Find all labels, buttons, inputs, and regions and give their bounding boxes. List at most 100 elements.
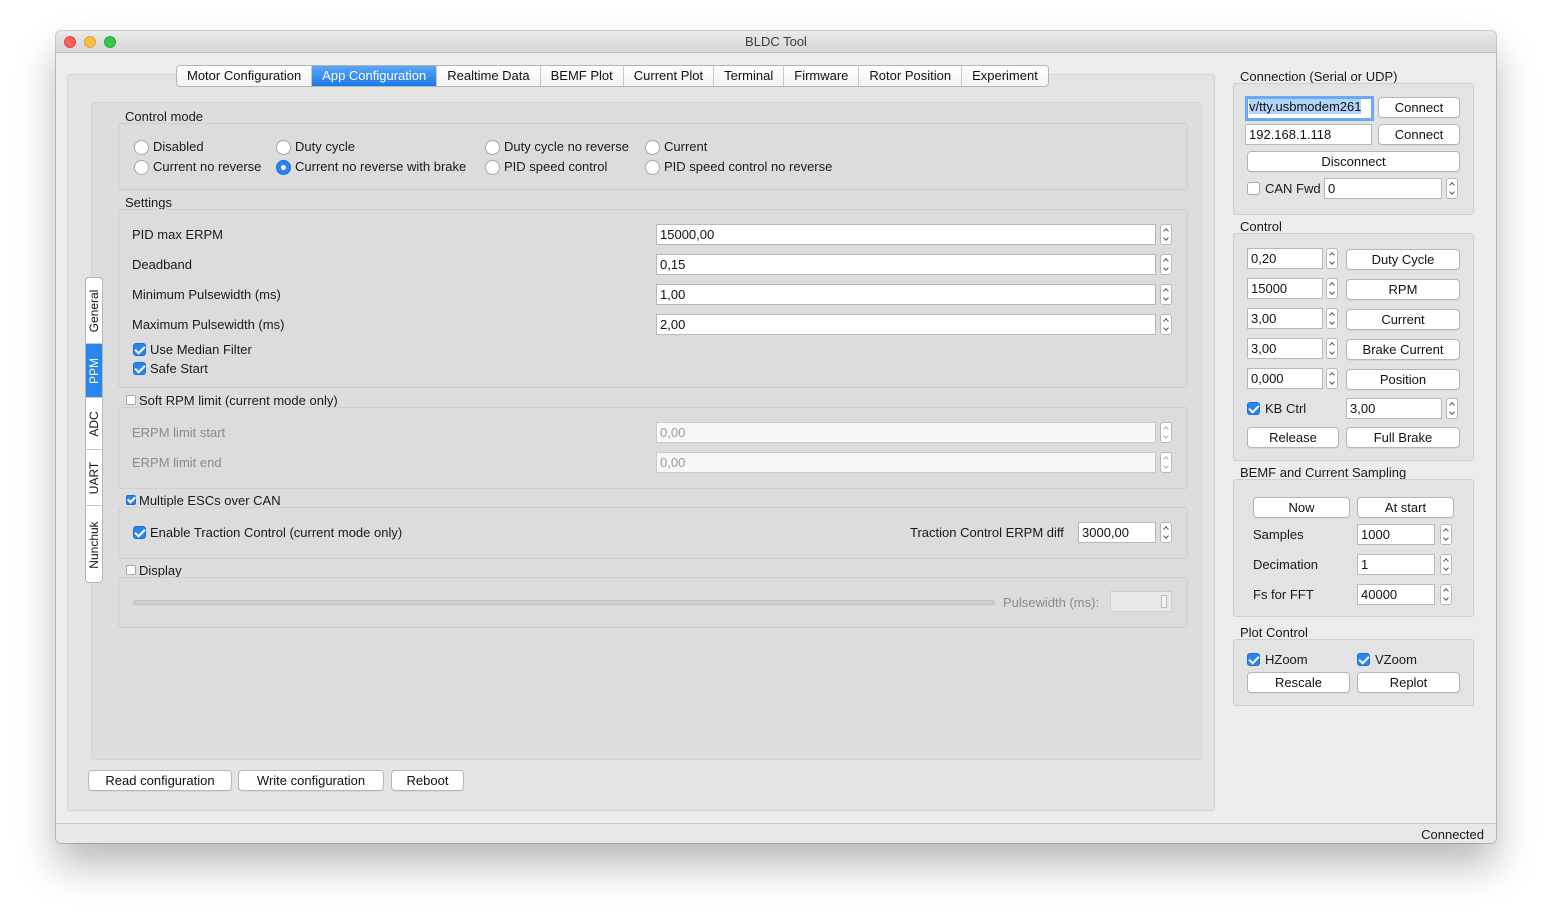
traction-control-checkbox[interactable] <box>133 526 146 539</box>
rpm-stepper[interactable] <box>1326 278 1338 299</box>
app-window: BLDC Tool Motor Configuration App Config… <box>56 31 1496 843</box>
rpm-input[interactable]: 15000 <box>1247 278 1323 299</box>
max-pulsewidth-input[interactable]: 2,00 <box>656 314 1156 335</box>
tab-firmware[interactable]: Firmware <box>784 66 860 86</box>
bemf-now-button[interactable]: Now <box>1253 497 1350 518</box>
pid-max-erpm-input[interactable]: 15000,00 <box>656 224 1156 245</box>
min-pulsewidth-input[interactable]: 1,00 <box>656 284 1156 305</box>
udp-ip-input[interactable]: 192.168.1.118 <box>1245 124 1372 145</box>
radio-duty-cycle-no-reverse[interactable] <box>485 140 500 155</box>
radio-disabled[interactable] <box>134 140 149 155</box>
can-fwd-input[interactable]: 0 <box>1324 178 1442 199</box>
serial-port-input[interactable]: v/tty.usbmodem261 <box>1245 96 1374 121</box>
erpm-limit-end-input[interactable]: 0,00 <box>656 452 1156 473</box>
vzoom-checkbox[interactable] <box>1357 653 1370 666</box>
radio-duty-cycle[interactable] <box>276 140 291 155</box>
deadband-stepper[interactable] <box>1160 254 1172 275</box>
rescale-button[interactable]: Rescale <box>1247 672 1350 693</box>
kb-ctrl-stepper[interactable] <box>1446 398 1458 419</box>
use-median-filter-checkbox[interactable] <box>133 343 146 356</box>
settings-title: Settings <box>125 195 172 210</box>
side-tab-nunchuk[interactable]: Nunchuk <box>86 506 102 582</box>
minimize-window-button[interactable] <box>84 36 96 48</box>
duty-cycle-button[interactable]: Duty Cycle <box>1346 249 1460 270</box>
soft-rpm-limit-checkbox[interactable] <box>126 395 136 405</box>
side-tab-general[interactable]: General <box>86 278 102 344</box>
min-pulsewidth-stepper[interactable] <box>1160 284 1172 305</box>
duty-cycle-input[interactable]: 0,20 <box>1247 248 1323 269</box>
display-checkbox[interactable] <box>126 565 136 575</box>
tab-rotor-position[interactable]: Rotor Position <box>859 66 963 86</box>
release-button[interactable]: Release <box>1247 427 1339 448</box>
erpm-limit-end-label: ERPM limit end <box>132 455 222 470</box>
radio-label-pid-speed-control: PID speed control <box>504 159 608 174</box>
deadband-input[interactable]: 0,15 <box>656 254 1156 275</box>
tab-current-plot[interactable]: Current Plot <box>623 66 715 86</box>
tab-motor-configuration[interactable]: Motor Configuration <box>177 66 313 86</box>
decimation-input[interactable]: 1 <box>1357 554 1435 575</box>
pid-max-erpm-label: PID max ERPM <box>132 227 224 242</box>
decimation-stepper[interactable] <box>1440 554 1452 575</box>
tab-terminal[interactable]: Terminal <box>714 66 785 86</box>
position-input[interactable]: 0,000 <box>1247 368 1323 389</box>
udp-connect-button[interactable]: Connect <box>1378 124 1460 145</box>
rpm-button[interactable]: RPM <box>1346 279 1460 300</box>
safe-start-checkbox[interactable] <box>133 362 146 375</box>
traction-erpm-diff-stepper[interactable] <box>1160 522 1172 543</box>
current-stepper[interactable] <box>1326 308 1338 329</box>
samples-stepper[interactable] <box>1440 524 1452 545</box>
samples-label: Samples <box>1253 527 1304 542</box>
samples-input[interactable]: 1000 <box>1357 524 1435 545</box>
max-pulsewidth-stepper[interactable] <box>1160 314 1172 335</box>
duty-cycle-stepper[interactable] <box>1326 248 1338 269</box>
fs-for-fft-label: Fs for FFT <box>1253 587 1314 602</box>
kb-ctrl-input[interactable]: 3,00 <box>1346 398 1442 419</box>
tab-realtime-data[interactable]: Realtime Data <box>437 66 541 86</box>
read-configuration-button[interactable]: Read configuration <box>88 770 232 791</box>
tab-experiment[interactable]: Experiment <box>962 66 1048 86</box>
erpm-limit-end-stepper[interactable] <box>1160 452 1172 473</box>
side-tab-ppm[interactable]: PPM <box>86 344 102 398</box>
reboot-button[interactable]: Reboot <box>391 770 464 791</box>
brake-current-button[interactable]: Brake Current <box>1346 339 1460 360</box>
brake-current-stepper[interactable] <box>1326 338 1338 359</box>
can-fwd-stepper[interactable] <box>1446 178 1458 199</box>
erpm-limit-start-stepper[interactable] <box>1160 422 1172 443</box>
erpm-limit-start-input[interactable]: 0,00 <box>656 422 1156 443</box>
max-pulsewidth-label: Maximum Pulsewidth (ms) <box>132 317 285 332</box>
bemf-at-start-button[interactable]: At start <box>1357 497 1454 518</box>
full-brake-button[interactable]: Full Brake <box>1346 427 1460 448</box>
pulsewidth-display-handle <box>1161 595 1167 608</box>
can-fwd-checkbox[interactable] <box>1247 182 1260 195</box>
radio-current-no-reverse[interactable] <box>134 160 149 175</box>
tab-app-configuration[interactable]: App Configuration <box>312 66 438 86</box>
can-fwd-label: CAN Fwd <box>1265 181 1321 196</box>
traction-erpm-diff-input[interactable]: 3000,00 <box>1078 522 1156 543</box>
hzoom-checkbox[interactable] <box>1247 653 1260 666</box>
fs-for-fft-input[interactable]: 40000 <box>1357 584 1435 605</box>
pulsewidth-slider[interactable] <box>133 600 995 605</box>
brake-current-input[interactable]: 3,00 <box>1247 338 1323 359</box>
connection-title: Connection (Serial or UDP) <box>1240 69 1398 84</box>
side-tab-adc[interactable]: ADC <box>86 398 102 450</box>
position-stepper[interactable] <box>1326 368 1338 389</box>
radio-pid-speed-control-no-reverse[interactable] <box>645 160 660 175</box>
position-button[interactable]: Position <box>1346 369 1460 390</box>
fs-for-fft-stepper[interactable] <box>1440 584 1452 605</box>
current-input[interactable]: 3,00 <box>1247 308 1323 329</box>
write-configuration-button[interactable]: Write configuration <box>238 770 384 791</box>
zoom-window-button[interactable] <box>104 36 116 48</box>
side-tab-uart[interactable]: UART <box>86 450 102 506</box>
kb-ctrl-checkbox[interactable] <box>1247 402 1260 415</box>
pid-max-erpm-stepper[interactable] <box>1160 224 1172 245</box>
radio-pid-speed-control[interactable] <box>485 160 500 175</box>
tab-bemf-plot[interactable]: BEMF Plot <box>540 66 624 86</box>
disconnect-button[interactable]: Disconnect <box>1247 151 1460 172</box>
close-window-button[interactable] <box>64 36 76 48</box>
multiple-escs-checkbox[interactable] <box>126 495 136 505</box>
radio-current[interactable] <box>645 140 660 155</box>
serial-connect-button[interactable]: Connect <box>1378 97 1460 118</box>
current-button[interactable]: Current <box>1346 309 1460 330</box>
radio-current-no-reverse-with-brake[interactable] <box>276 160 291 175</box>
replot-button[interactable]: Replot <box>1357 672 1460 693</box>
